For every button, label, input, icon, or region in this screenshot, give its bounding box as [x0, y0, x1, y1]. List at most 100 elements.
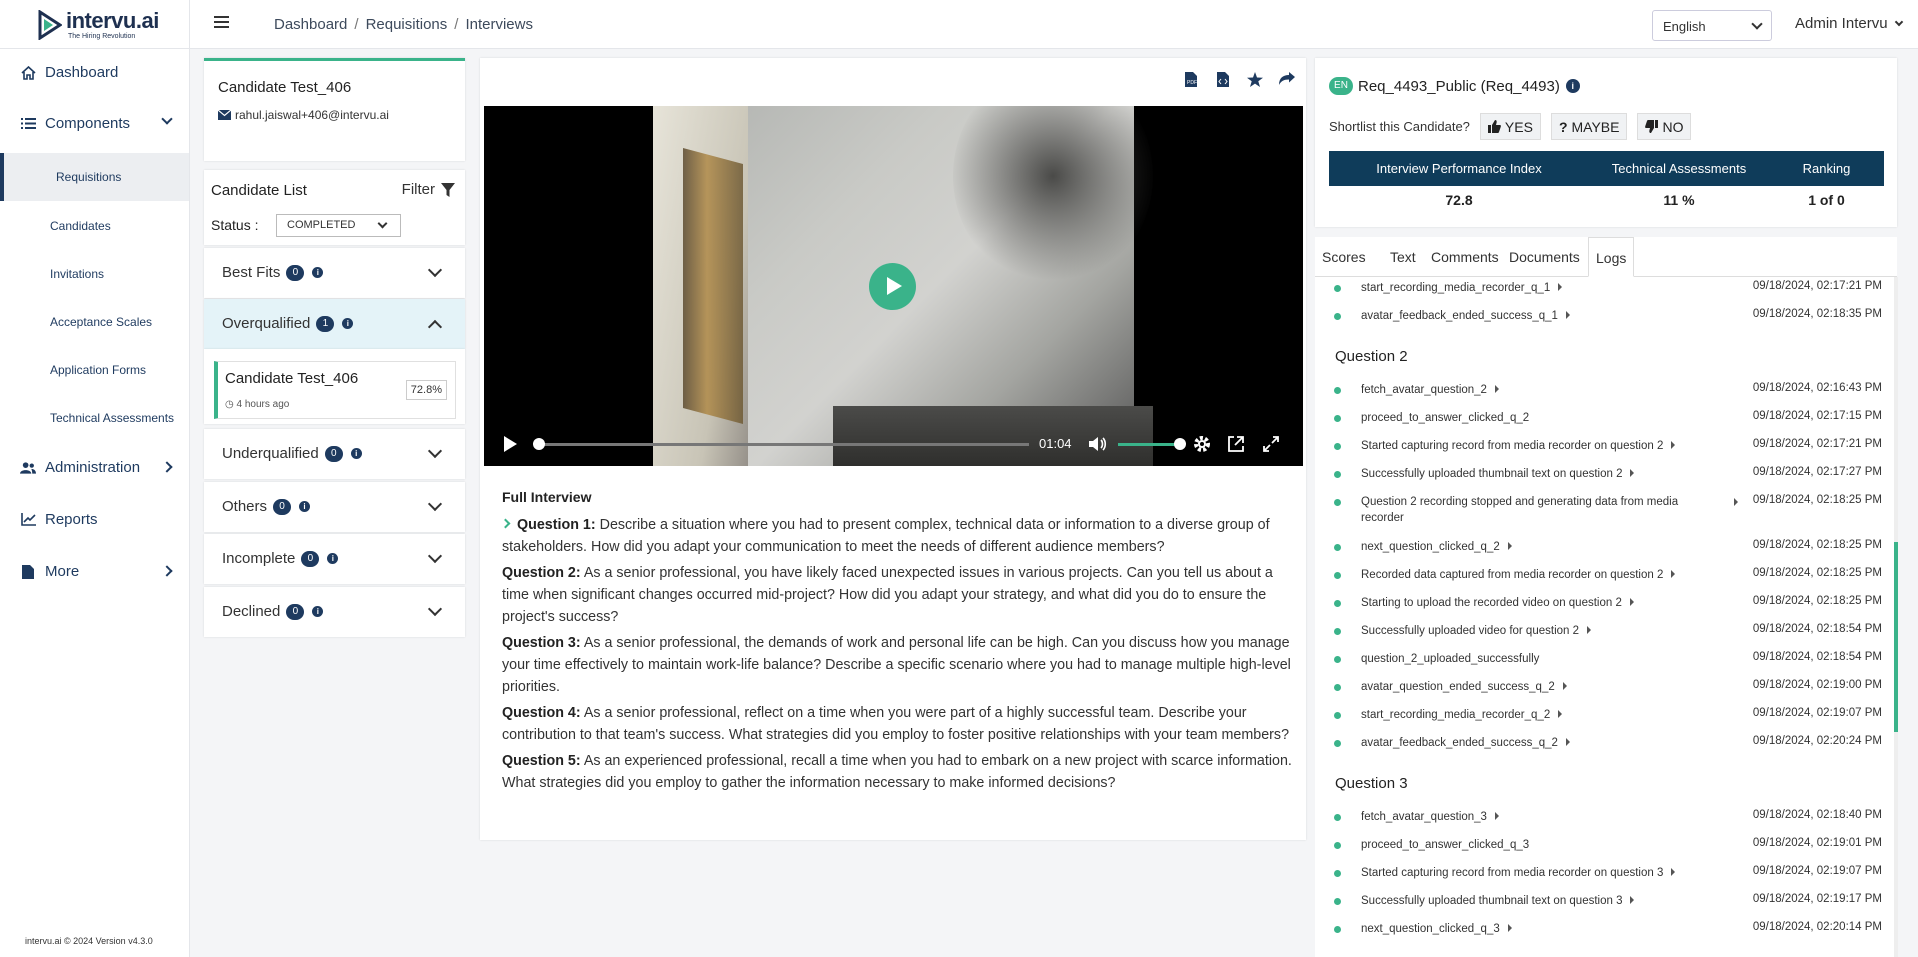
shortlist-yes-button[interactable]: YES: [1479, 113, 1541, 140]
info-icon[interactable]: i: [327, 553, 339, 564]
group-best-fits[interactable]: Best Fits 0 i: [204, 248, 465, 298]
log-event: proceed_to_answer_clicked_q_2: [1361, 410, 1701, 426]
tab-text[interactable]: Text: [1383, 237, 1423, 277]
sidebar-item-label: Components: [45, 115, 131, 132]
expand-arrow-icon[interactable]: [1630, 896, 1635, 904]
language-select[interactable]: English: [1652, 10, 1772, 41]
filter-button[interactable]: Filter: [402, 181, 455, 198]
scroll-thumb[interactable]: [1894, 542, 1898, 732]
candidate-list-item[interactable]: Candidate Test_406 ◷ 4 hours ago 72.8%: [214, 361, 456, 419]
volume-knob[interactable]: [1174, 438, 1186, 450]
group-underqualified[interactable]: Underqualified 0 i: [204, 429, 465, 479]
breadcrumb-interviews: Interviews: [465, 16, 533, 33]
status-select[interactable]: COMPLETED: [276, 214, 401, 237]
info-icon[interactable]: i: [342, 318, 354, 329]
log-event: fetch_avatar_question_2: [1361, 382, 1701, 398]
shortlist-no-button[interactable]: NO: [1637, 113, 1692, 140]
expand-arrow-icon[interactable]: [1507, 924, 1512, 932]
metric-header: Technical Assessments: [1611, 161, 1747, 176]
log-event: Successfully uploaded thumbnail text on …: [1361, 466, 1701, 482]
volume-slider[interactable]: [1118, 438, 1186, 450]
expand-arrow-icon[interactable]: [1671, 570, 1676, 578]
full-interview-title: Full Interview: [502, 489, 592, 505]
thumbs-up-icon: [1487, 120, 1501, 133]
sidebar-item-more[interactable]: More: [0, 563, 189, 580]
expand-arrow-icon[interactable]: [1630, 469, 1635, 477]
expand-arrow-icon[interactable]: [1494, 812, 1499, 820]
sidebar-item-dashboard[interactable]: Dashboard: [0, 64, 189, 81]
expand-arrow-icon[interactable]: [1558, 283, 1563, 291]
info-icon[interactable]: i: [312, 267, 324, 278]
expand-arrow-icon[interactable]: [1734, 498, 1738, 506]
chevron-right-icon[interactable]: [500, 518, 511, 529]
language-value: English: [1663, 19, 1706, 34]
expand-arrow-icon[interactable]: [1565, 311, 1570, 319]
info-icon[interactable]: i: [1565, 79, 1580, 93]
log-event: Started capturing record from media reco…: [1361, 438, 1701, 454]
expand-arrow-icon[interactable]: [1562, 682, 1567, 690]
expand-arrow-icon[interactable]: [1629, 598, 1634, 606]
group-others[interactable]: Others 0 i: [204, 482, 465, 532]
share-icon[interactable]: [1278, 70, 1296, 88]
log-event: next_question_clicked_q_2: [1361, 539, 1701, 555]
status-dot-icon: [1334, 499, 1341, 506]
expand-arrow-icon[interactable]: [1558, 710, 1563, 718]
pdf-icon[interactable]: PDF: [1182, 70, 1200, 88]
video-player[interactable]: 01:04: [484, 106, 1303, 466]
expand-arrow-icon[interactable]: [1507, 542, 1512, 550]
expand-arrow-icon[interactable]: [1671, 868, 1676, 876]
settings-gear-icon[interactable]: [1192, 434, 1212, 454]
log-event-text: next_question_clicked_q_2: [1361, 541, 1500, 553]
sidebar-subitem-acceptance-scales[interactable]: Acceptance Scales: [0, 315, 189, 329]
popout-icon[interactable]: [1226, 434, 1246, 454]
tab-documents[interactable]: Documents: [1502, 237, 1587, 277]
breadcrumb-requisitions[interactable]: Requisitions: [366, 16, 448, 33]
log-event-text: fetch_avatar_question_3: [1361, 811, 1487, 823]
info-icon[interactable]: i: [350, 448, 362, 459]
logo[interactable]: intervu.ai The Hiring Revolution: [38, 9, 159, 41]
star-icon[interactable]: [1246, 70, 1264, 88]
user-menu[interactable]: Admin Intervu: [1795, 15, 1903, 32]
hamburger-menu-icon[interactable]: [214, 16, 229, 30]
status-value: COMPLETED: [287, 219, 356, 231]
log-event-text: Successfully uploaded thumbnail text on …: [1361, 895, 1623, 907]
volume-icon[interactable]: [1087, 434, 1107, 454]
sidebar-subitem-invitations[interactable]: Invitations: [0, 267, 189, 281]
play-icon[interactable]: [504, 436, 517, 452]
play-overlay-button[interactable]: [869, 263, 916, 310]
question-mark-icon: ?: [1558, 118, 1568, 135]
log-timestamp: 09/18/2024, 02:18:25 PM: [1752, 567, 1882, 579]
progress-bar[interactable]: [533, 438, 1029, 450]
info-icon[interactable]: i: [299, 501, 311, 512]
breadcrumb-dashboard[interactable]: Dashboard: [274, 16, 347, 33]
expand-arrow-icon[interactable]: [1671, 441, 1676, 449]
tab-scores[interactable]: Scores: [1315, 237, 1373, 277]
expand-arrow-icon[interactable]: [1494, 385, 1499, 393]
sidebar-subitem-technical-assessments[interactable]: Technical Assessments: [0, 411, 189, 425]
video-content: [683, 147, 743, 425]
info-icon[interactable]: i: [312, 606, 324, 617]
group-incomplete[interactable]: Incomplete 0 i: [204, 534, 465, 584]
sidebar-item-components[interactable]: Components: [0, 113, 189, 132]
progress-knob[interactable]: [533, 438, 545, 450]
count-badge: 1: [316, 315, 335, 332]
expand-arrow-icon[interactable]: [1565, 738, 1570, 746]
code-file-icon[interactable]: [1214, 70, 1232, 88]
shortlist-maybe-button[interactable]: ? MAYBE: [1550, 113, 1628, 140]
logs-scrollbar[interactable]: [1894, 277, 1898, 957]
log-event-text: next_question_clicked_q_3: [1361, 923, 1500, 935]
sidebar-subitem-application-forms[interactable]: Application Forms: [0, 363, 189, 377]
sidebar-subitem-requisitions[interactable]: Requisitions: [0, 153, 189, 201]
sidebar-item-reports[interactable]: Reports: [0, 511, 189, 528]
log-event-text: proceed_to_answer_clicked_q_2: [1361, 412, 1530, 424]
tab-comments[interactable]: Comments: [1424, 237, 1506, 277]
fullscreen-icon[interactable]: [1261, 434, 1281, 454]
sidebar-item-administration[interactable]: Administration: [0, 459, 189, 476]
tab-logs[interactable]: Logs: [1588, 237, 1635, 277]
group-overqualified[interactable]: Overqualified 1 i: [204, 299, 465, 349]
list-item-name: Candidate Test_406: [225, 370, 359, 387]
log-question-heading: Question 3: [1335, 775, 1408, 792]
group-declined[interactable]: Declined 0 i: [204, 587, 465, 637]
expand-arrow-icon[interactable]: [1587, 626, 1592, 634]
sidebar-subitem-candidates[interactable]: Candidates: [0, 219, 189, 233]
